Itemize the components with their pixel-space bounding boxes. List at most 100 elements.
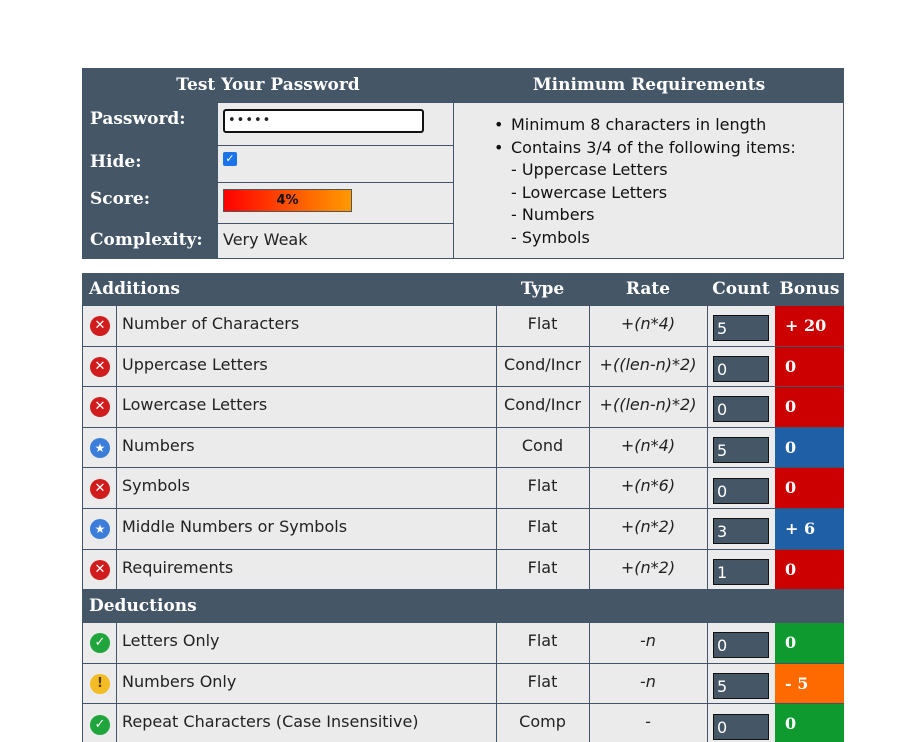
column-divider — [496, 704, 497, 742]
failure-x-icon: ✕ — [90, 356, 110, 377]
criterion-type: Flat — [527, 671, 558, 691]
requirement-symbols: - Symbols — [511, 227, 590, 247]
deductions-header-row: Deductions — [82, 590, 844, 624]
bonus-value: - 5 — [775, 663, 844, 705]
column-divider — [496, 468, 497, 509]
column-divider — [589, 427, 590, 469]
table-row: ✕ Symbols Flat +(n*6) 0 0 — [82, 468, 844, 509]
column-divider — [82, 346, 83, 388]
column-divider — [707, 387, 708, 428]
test-password-header: Test Your Password — [83, 69, 453, 102]
criterion-rate: -n — [640, 671, 656, 691]
criterion-rate: +((len-n)*2) — [599, 395, 697, 415]
column-divider — [496, 427, 497, 469]
deductions-header: Deductions — [89, 596, 197, 617]
column-divider — [707, 549, 708, 591]
criterion-type: Flat — [527, 631, 558, 651]
bonus-value: 0 — [775, 704, 844, 742]
column-divider — [82, 704, 83, 742]
criterion-type: Flat — [527, 557, 558, 577]
requirement-contains: Contains 3/4 of the following items: — [493, 137, 796, 160]
count-field[interactable]: 1 — [713, 558, 769, 585]
column-divider — [82, 509, 83, 550]
password-input[interactable]: ••••• — [223, 109, 424, 133]
table-row: ✕ Uppercase Letters Cond/Incr +((len-n)*2) 0… — [82, 346, 844, 388]
count-field[interactable]: 0 — [713, 355, 769, 382]
column-divider — [496, 663, 497, 705]
column-divider — [589, 387, 590, 428]
column-divider — [707, 346, 708, 388]
criterion-type: Cond — [521, 435, 564, 455]
column-divider — [707, 704, 708, 742]
bonus-value: + 6 — [775, 509, 844, 550]
requirement-length: Minimum 8 characters in length — [493, 114, 796, 137]
column-divider — [116, 509, 117, 550]
criterion-rate: -n — [640, 631, 656, 651]
column-divider — [496, 509, 497, 550]
hide-checkbox[interactable]: ✓ — [223, 152, 237, 166]
criterion-name: Numbers Only — [122, 671, 237, 691]
criterion-rate: +(n*2) — [620, 557, 676, 577]
table-row: ✕ Number of Characters Flat +(n*4) 5 + 20 — [82, 306, 844, 347]
criterion-rate: +(n*4) — [620, 314, 676, 333]
column-divider — [589, 704, 590, 742]
bonus-header: Bonus — [779, 279, 840, 299]
column-divider — [116, 623, 117, 664]
criterion-type: Flat — [527, 314, 558, 333]
count-field[interactable]: 0 — [713, 713, 769, 740]
criterion-rate: +((len-n)*2) — [599, 354, 697, 374]
score-label: Score: — [90, 189, 151, 209]
column-divider — [589, 509, 590, 550]
requirements-list: Minimum 8 characters in length Contains … — [493, 114, 796, 249]
minimum-requirements-header: Minimum Requirements — [454, 69, 844, 102]
complexity-value: Very Weak — [223, 230, 308, 249]
criterion-name: Uppercase Letters — [122, 354, 268, 374]
additions-header: Additions — [89, 279, 181, 299]
column-divider — [116, 468, 117, 509]
type-header: Type — [520, 279, 565, 299]
complexity-label: Complexity: — [90, 230, 203, 250]
column-divider — [116, 387, 117, 428]
column-divider — [496, 306, 497, 347]
count-field[interactable]: 0 — [713, 632, 769, 659]
criterion-type: Cond/Incr — [504, 354, 581, 374]
column-divider — [116, 346, 117, 388]
column-divider — [589, 663, 590, 705]
table-row: ✕ Lowercase Letters Cond/Incr +((len-n)*2) 0… — [82, 387, 844, 428]
column-divider — [707, 509, 708, 550]
bonus-value: 0 — [775, 346, 844, 388]
sufficient-star-icon: ★ — [90, 438, 110, 459]
table-row: ! Numbers Only Flat -n 5- 5 — [82, 663, 844, 705]
column-divider — [116, 663, 117, 705]
criterion-rate: +(n*2) — [620, 517, 676, 536]
column-divider — [82, 663, 83, 705]
criterion-rate: +(n*4) — [620, 435, 676, 455]
warning-icon: ! — [90, 674, 110, 695]
score-bar: 4% — [223, 189, 352, 212]
criterion-name: Letters Only — [122, 631, 220, 651]
failure-x-icon: ✕ — [90, 559, 110, 580]
count-field[interactable]: 5 — [713, 315, 769, 342]
column-divider — [116, 704, 117, 742]
requirement-lowercase: - Lowercase Letters — [511, 182, 668, 202]
table-row: ★ Numbers Cond +(n*4) 5 0 — [82, 427, 844, 469]
column-divider — [82, 306, 83, 347]
count-field[interactable]: 0 — [713, 396, 769, 423]
count-field[interactable]: 5 — [713, 437, 769, 464]
column-divider — [496, 623, 497, 664]
column-divider — [589, 549, 590, 591]
test-password-panel: Test Your Password Minimum Requirements … — [82, 68, 844, 259]
column-divider — [116, 549, 117, 591]
table-row: ✓ Letters Only Flat -n 0 0 — [82, 623, 844, 664]
count-field[interactable]: 0 — [713, 477, 769, 504]
rate-header: Rate — [625, 279, 671, 299]
score-breakdown-table: Additions Type Rate Count Bonus ✕ Number of Ch… — [82, 273, 844, 742]
column-divider — [82, 549, 83, 591]
criterion-rate: +(n*6) — [620, 476, 676, 496]
requirement-uppercase: - Uppercase Letters — [511, 160, 668, 179]
bonus-value: 0 — [775, 623, 844, 664]
column-divider — [116, 427, 117, 469]
column-divider — [707, 663, 708, 705]
count-field[interactable]: 5 — [713, 673, 769, 700]
count-field[interactable]: 3 — [713, 518, 769, 545]
